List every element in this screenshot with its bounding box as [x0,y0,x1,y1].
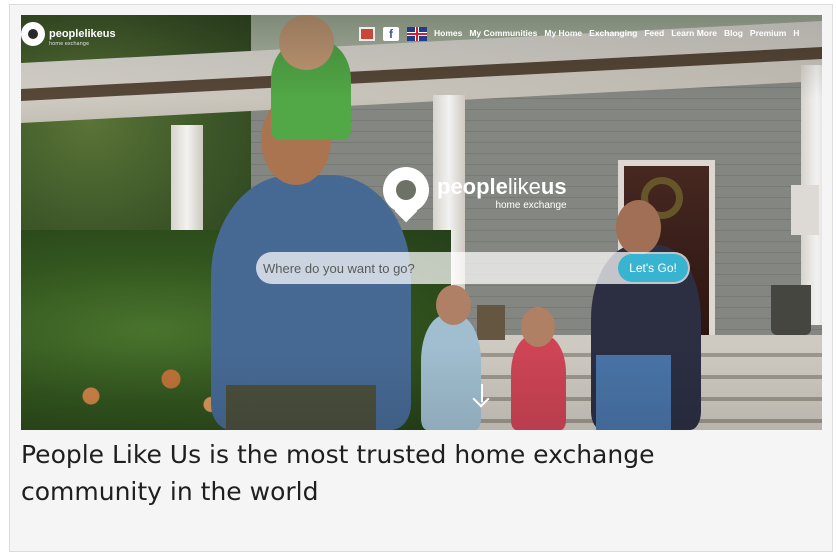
nav-item-premium[interactable]: Premium [750,28,786,38]
location-pin-icon [383,167,429,223]
hero-logo-wordmark: peoplelikeus [437,173,567,199]
destination-search: Let's Go! [256,252,690,284]
nav-item-learn-more[interactable]: Learn More [671,28,717,38]
logo-like: like [507,173,541,199]
facebook-icon[interactable]: f [383,27,399,41]
nav-item-blog[interactable]: Blog [724,28,743,38]
nav-brand: peoplelikeus [49,27,116,40]
nav-item-my-communities[interactable]: My Communities [469,28,537,38]
destination-search-input[interactable] [256,252,606,284]
nav-brand-sub: home exchange [49,40,90,47]
nav-logo[interactable]: peoplelikeus home exchange [21,19,116,49]
logo-us: us [540,173,567,199]
nav-item-homes[interactable]: Homes [434,28,462,38]
nav-icons: f [359,27,427,41]
nav-item-feed[interactable]: Feed [644,28,664,38]
gift-icon[interactable] [359,27,375,41]
scroll-down-arrow-icon[interactable] [472,384,492,408]
nav-item-truncated[interactable]: H [793,28,799,38]
image-caption: People Like Us is the most trusted home … [21,440,655,506]
hero-overlay [21,15,822,430]
hero-banner: peoplelikeus home exchange f Homes My Co… [21,15,822,430]
lets-go-button[interactable]: Let's Go! [618,254,688,282]
logo-people: people [437,173,508,199]
main-nav: Homes My Communities My Home Exchanging … [434,28,799,38]
location-pin-icon [21,22,45,46]
nav-item-my-home[interactable]: My Home [544,28,582,38]
hero-logo: peoplelikeus home exchange [383,167,567,223]
uk-flag-icon[interactable] [407,27,427,41]
nav-item-exchanging[interactable]: Exchanging [589,28,637,38]
hero-logo-sub: home exchange [495,199,567,211]
